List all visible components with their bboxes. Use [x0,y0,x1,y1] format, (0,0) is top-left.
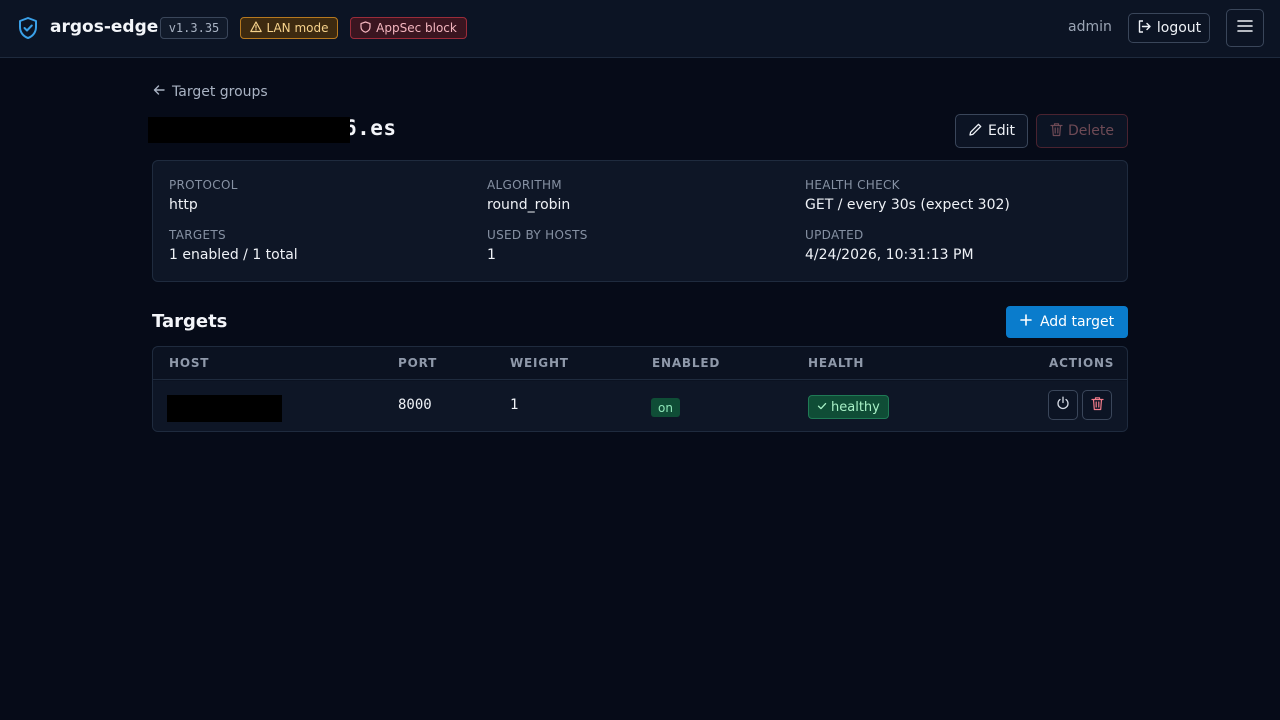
delete-target-button[interactable] [1082,390,1112,420]
plus-icon [1020,314,1032,330]
used-by-hosts-value: 1 [487,247,496,263]
target-port: 8000 [398,397,432,413]
updated-label: UPDATED [805,228,864,242]
back-to-target-groups-link[interactable]: Target groups [152,83,268,101]
column-header-host: HOST [169,356,210,370]
appsec-label: AppSec block [376,21,457,35]
logout-icon [1137,19,1152,38]
targets-count-label: TARGETS [169,228,226,242]
enabled-badge: on [651,398,680,417]
trash-icon [1090,396,1104,415]
lan-mode-badge: LAN mode [240,17,338,39]
edit-label: Edit [987,123,1016,139]
trash-icon [1050,122,1063,141]
table-header: HOST PORT WEIGHT ENABLED HEALTH ACTIONS [153,347,1127,380]
used-by-hosts-label: USED BY HOSTS [487,228,588,242]
top-bar: argos-edge v1.3.35 LAN mode AppSec block… [0,0,1280,58]
health-status-label: healthy [831,399,880,415]
column-header-enabled: ENABLED [652,356,721,370]
hamburger-menu-icon [1237,19,1253,37]
protocol-value: http [169,197,198,213]
logout-label: logout [1156,20,1202,36]
pencil-icon [968,122,983,141]
back-link-label: Target groups [172,84,268,100]
version-badge: v1.3.35 [160,17,228,39]
warning-triangle-icon [249,20,262,36]
current-user: admin [1068,19,1112,35]
updated-value: 4/24/2026, 10:31:13 PM [805,247,974,263]
add-target-button[interactable]: Add target [1006,306,1128,338]
table-row: 8000 1 on healthy [153,381,1127,431]
health-check-label: HEALTH CHECK [805,178,900,192]
targets-section-title: Targets [152,311,228,332]
delete-label: Delete [1068,123,1114,139]
target-group-info-card: PROTOCOL http ALGORITHM round_robin HEAL… [152,160,1128,282]
appsec-badge: AppSec block [350,17,467,39]
check-icon [817,400,827,415]
algorithm-label: ALGORITHM [487,178,562,192]
target-weight: 1 [510,397,519,413]
algorithm-value: round_robin [487,197,571,213]
toggle-target-button[interactable] [1048,390,1078,420]
delete-button[interactable]: Delete [1036,114,1128,148]
redacted-title-block [148,117,350,143]
shield-icon [360,20,371,36]
lan-mode-label: LAN mode [266,21,329,35]
targets-count-value: 1 enabled / 1 total [169,247,298,263]
add-target-label: Add target [1039,314,1115,330]
logout-button[interactable]: logout [1128,13,1210,43]
app-name[interactable]: argos-edge [50,17,158,37]
column-header-port: PORT [398,356,438,370]
power-icon [1056,396,1070,414]
column-header-weight: WEIGHT [510,356,569,370]
menu-button[interactable] [1226,9,1264,47]
health-status-badge: healthy [808,395,889,419]
protocol-label: PROTOCOL [169,178,238,192]
targets-table: HOST PORT WEIGHT ENABLED HEALTH ACTIONS … [152,346,1128,432]
page-title-text: 6.es [344,116,397,140]
column-header-actions: ACTIONS [1049,356,1115,370]
arrow-left-icon [152,83,166,101]
edit-button[interactable]: Edit [955,114,1028,148]
column-header-health: HEALTH [808,356,865,370]
health-check-value: GET / every 30s (expect 302) [805,197,1010,213]
shield-check-icon [17,16,39,40]
redacted-host-cell [167,395,282,422]
